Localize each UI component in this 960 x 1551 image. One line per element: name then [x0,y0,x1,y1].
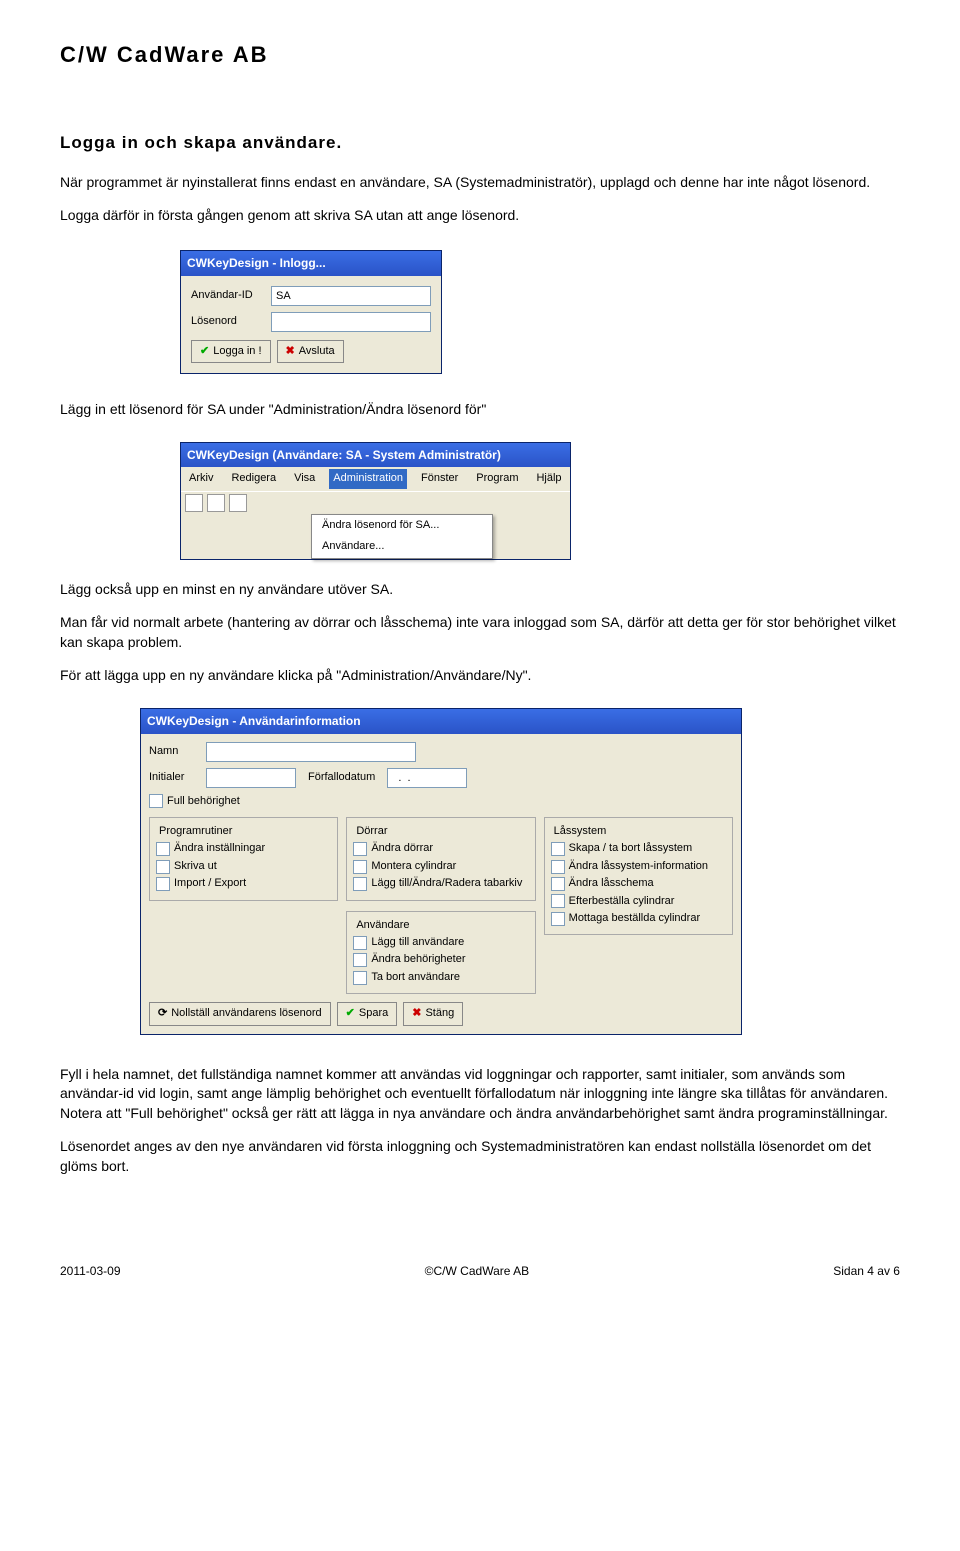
checkbox-label: Lägg till/Ändra/Radera tabarkiv [371,876,522,891]
tool-icon[interactable] [207,494,225,512]
group-title: Användare [353,918,412,933]
checkbox[interactable] [551,912,565,926]
menu-administration[interactable]: Administration [329,469,407,488]
menu-bar: Arkiv Redigera Visa Administration Fönst… [181,467,570,490]
menu-program[interactable]: Program [472,469,522,488]
checkbox-label: Ändra dörrar [371,841,433,856]
group-title: Låssystem [551,824,610,839]
userid-input[interactable] [271,286,431,306]
menu-visa[interactable]: Visa [290,469,319,488]
app-title: CWKeyDesign (Användare: SA - System Admi… [181,443,570,468]
page-header: C/W CadWare AB [60,40,900,71]
menu-redigera[interactable]: Redigera [227,469,280,488]
full-permission-label: Full behörighet [167,794,240,809]
checkbox[interactable] [353,842,367,856]
save-button[interactable]: ✔Spara [337,1002,398,1025]
page-footer: 2011-03-09 ©C/W CadWare AB Sidan 4 av 6 [60,1257,900,1280]
checkbox[interactable] [156,842,170,856]
app-window: CWKeyDesign (Användare: SA - System Admi… [180,442,571,560]
footer-date: 2011-03-09 [60,1263,121,1280]
menu-fonster[interactable]: Fönster [417,469,462,488]
checkbox[interactable] [156,877,170,891]
menu-change-password[interactable]: Ändra lösenord för SA... [312,515,492,536]
checkbox-label: Ta bort användare [371,970,460,985]
userid-label: Användar-ID [191,288,271,303]
toolbar [181,491,570,514]
name-label: Namn [149,744,194,759]
password-label: Lösenord [191,314,271,329]
group-title: Programrutiner [156,824,235,839]
checkbox[interactable] [551,894,565,908]
checkbox[interactable] [353,953,367,967]
group-lassystem: Låssystem Skapa / ta bort låssystem Ändr… [544,817,733,935]
reset-icon: ⟳ [158,1006,167,1021]
quit-button[interactable]: ✖Avsluta [277,340,344,363]
checkbox-label: Skriva ut [174,859,217,874]
checkbox-label: Ändra inställningar [174,841,265,856]
tool-icon[interactable] [185,494,203,512]
group-programrutiner: Programrutiner Ändra inställningar Skriv… [149,817,338,901]
paragraph-2: Logga därför in första gången genom att … [60,206,900,226]
menu-arkiv[interactable]: Arkiv [185,469,217,488]
initials-input[interactable] [206,768,296,788]
footer-copyright: ©C/W CadWare AB [425,1263,529,1280]
paragraph-7: Fyll i hela namnet, det fullständiga nam… [60,1065,900,1124]
paragraph-3: Lägg in ett lösenord för SA under "Admin… [60,400,900,420]
tool-icon[interactable] [229,494,247,512]
checkbox-label: Ändra låssystem-information [569,859,708,874]
userinfo-title: CWKeyDesign - Användarinformation [141,709,741,734]
checkbox-label: Lägg till användare [371,935,464,950]
login-dialog: CWKeyDesign - Inlogg... Användar-ID Löse… [180,250,442,374]
section-title: Logga in och skapa användare. [60,131,900,155]
login-title: CWKeyDesign - Inlogg... [181,251,441,276]
checkbox-label: Import / Export [174,876,246,891]
paragraph-5: Man får vid normalt arbete (hantering av… [60,613,900,652]
checkbox[interactable] [551,860,565,874]
checkbox[interactable] [551,842,565,856]
checkbox-label: Mottaga beställda cylindrar [569,911,700,926]
check-icon: ✔ [200,344,209,359]
administration-submenu: Ändra lösenord för SA... Användare... [311,514,493,559]
checkbox[interactable] [353,860,367,874]
close-button[interactable]: ✖Stäng [403,1002,463,1025]
paragraph-6: För att lägga upp en ny användare klicka… [60,666,900,686]
close-icon: ✖ [412,1006,421,1021]
checkbox-label: Efterbeställa cylindrar [569,894,675,909]
footer-page: Sidan 4 av 6 [833,1263,900,1280]
paragraph-4: Lägg också upp en minst en ny användare … [60,580,900,600]
expiry-input[interactable] [387,768,467,788]
group-dorrar: Dörrar Ändra dörrar Montera cylindrar Lä… [346,817,535,901]
reset-password-button[interactable]: ⟳Nollställ användarens lösenord [149,1002,331,1025]
check-icon: ✔ [346,1006,355,1021]
checkbox-label: Skapa / ta bort låssystem [569,841,693,856]
checkbox[interactable] [156,860,170,874]
checkbox[interactable] [353,877,367,891]
group-title: Dörrar [353,824,390,839]
checkbox-label: Ändra behörigheter [371,952,465,967]
group-anvandare: Användare Lägg till användare Ändra behö… [346,911,535,995]
checkbox[interactable] [353,971,367,985]
name-input[interactable] [206,742,416,762]
login-button[interactable]: ✔Logga in ! [191,340,271,363]
paragraph-8: Lösenordet anges av den nye användaren v… [60,1137,900,1176]
initials-label: Initialer [149,770,194,785]
checkbox-label: Montera cylindrar [371,859,456,874]
paragraph-1: När programmet är nyinstallerat finns en… [60,173,900,193]
checkbox[interactable] [353,936,367,950]
password-input[interactable] [271,312,431,332]
userinfo-dialog: CWKeyDesign - Användarinformation Namn I… [140,708,742,1035]
close-icon: ✖ [286,344,295,359]
checkbox-label: Ändra låsschema [569,876,654,891]
checkbox[interactable] [551,877,565,891]
menu-hjalp[interactable]: Hjälp [532,469,565,488]
expiry-label: Förfallodatum [308,770,375,785]
full-permission-checkbox[interactable] [149,794,163,808]
menu-users[interactable]: Användare... [312,536,492,557]
